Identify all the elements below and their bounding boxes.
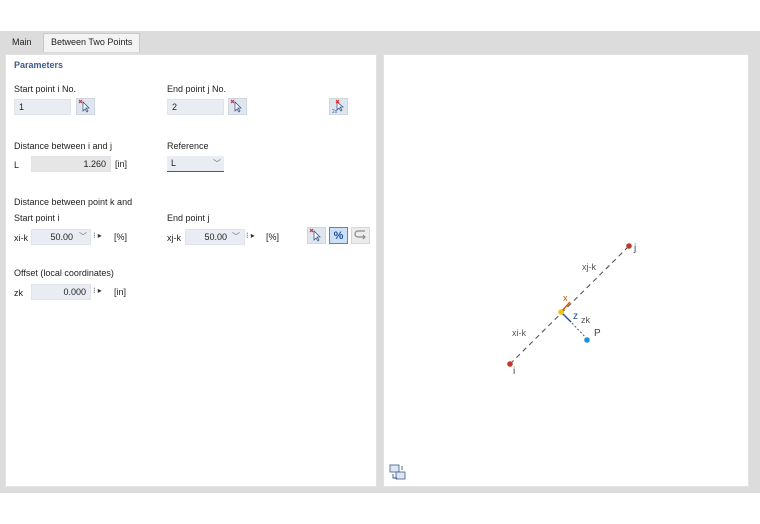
tab-bar: Main Between Two Points [0,31,760,52]
pick-node-icon [230,99,242,113]
xjk-unit: [%] [266,232,280,242]
view-options-button[interactable] [389,464,407,481]
parameters-title: Parameters [14,60,64,70]
zk-symbol: zk [14,288,23,298]
label-j: j [633,243,636,254]
view-options-icon [389,464,406,480]
point-i-marker [507,361,513,367]
L-symbol: L [14,160,20,170]
member-line [509,245,630,365]
return-icon [354,230,366,240]
end-point-field[interactable]: 2 [167,99,224,115]
label-xik: xi-k [512,328,526,338]
point-P-marker [584,337,590,343]
xik-unit: [%] [114,232,128,242]
distance-k-label: Distance between point k and [14,197,133,207]
start-point-label: Start point i No. [14,84,77,94]
xik-chevron-down-icon[interactable]: ﹀ [79,231,87,242]
zk-unit: [in] [114,287,127,297]
pick-node-icon [78,99,90,113]
tab-main[interactable]: Main [5,34,39,51]
label-x: x [563,293,568,303]
distance-ij-label: Distance between i and j [14,141,113,151]
parameters-panel: Parameters Start point i No. 1 End point… [5,54,377,487]
offset-line [571,322,588,340]
label-zk: zk [581,315,591,325]
tab-between-two-points[interactable]: Between Two Points [43,33,141,52]
reference-value: L [171,158,177,168]
zk-spinner-icon[interactable]: ⁝ ▸ [93,286,102,295]
return-button[interactable] [351,227,370,244]
pick-multiple-icon: 2x [332,99,345,115]
L-unit: [in] [115,159,128,169]
pick-end-point-button[interactable] [228,98,247,115]
end-point-j-label: End point j [167,213,210,223]
diagram-panel: j i xj-k xi-k x z zk P [383,54,749,487]
chevron-down-icon[interactable]: ﹀ [213,158,221,169]
pick-node-icon [309,228,321,242]
pick-both-points-button[interactable]: 2x [329,98,348,115]
reference-label: Reference [167,141,209,151]
offset-label: Offset (local coordinates) [14,268,114,278]
zk-value-field[interactable]: 0.000 [31,284,91,300]
svg-text:2x: 2x [332,109,338,114]
xjk-spinner-icon[interactable]: ⁝ ▸ [246,231,255,240]
label-i: i [513,366,515,377]
pick-point-k-button[interactable] [307,227,326,244]
label-xjk: xj-k [582,262,596,272]
percent-toggle-button[interactable]: % [329,227,348,244]
label-P: P [594,328,601,339]
point-diagram: j i xj-k xi-k x z zk P [507,243,636,377]
xjk-symbol: xj-k [167,233,181,243]
xik-spinner-icon[interactable]: ⁝ ▸ [93,231,102,240]
pick-start-point-button[interactable] [76,98,95,115]
L-value-field: 1.260 [31,156,111,172]
xjk-chevron-down-icon[interactable]: ﹀ [232,231,240,242]
end-point-label: End point j No. [167,84,227,94]
origin-k-marker [558,309,564,315]
start-point-field[interactable]: 1 [14,99,71,115]
start-point-i-label: Start point i [14,213,60,223]
xik-symbol: xi-k [14,233,28,243]
point-j-marker [626,243,632,249]
label-z: z [573,311,578,322]
